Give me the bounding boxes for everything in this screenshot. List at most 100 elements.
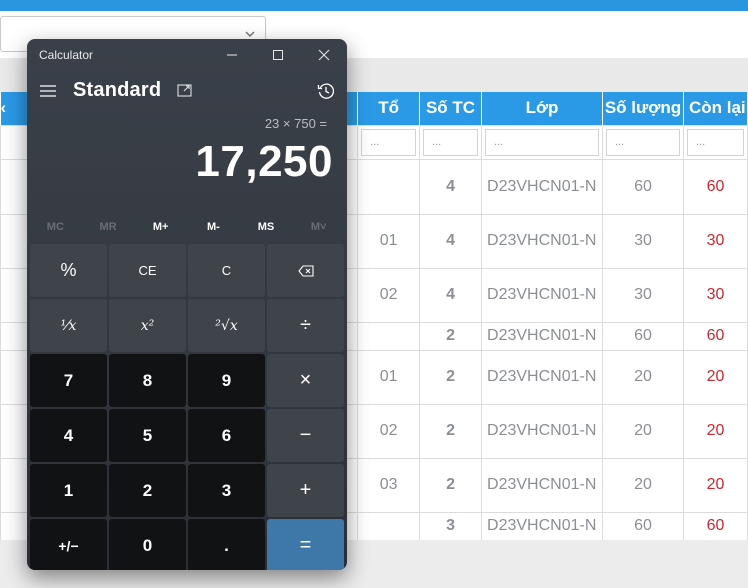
calculator-titlebar[interactable]: Calculator [27,39,347,71]
filter-input-sotc[interactable]: ... [423,128,479,156]
digit-3-button[interactable]: 3 [188,464,265,517]
digit-2-button[interactable]: 2 [109,464,186,517]
to-cell: 01 [357,213,421,269]
keep-on-top-icon[interactable] [177,82,193,98]
column-header-soluong[interactable]: Số lượng [602,92,684,125]
to-cell [357,321,421,351]
conlai-cell: 20 [682,349,748,405]
decimal-button[interactable]: . [188,519,265,570]
maximize-button[interactable] [255,39,301,71]
conlai-cell: 20 [682,403,748,459]
digit-9-button[interactable]: 9 [188,354,265,407]
close-button[interactable] [301,39,347,71]
reciprocal-button[interactable]: ¹⁄x [30,299,107,352]
maximize-icon [273,50,283,60]
conlai-cell: 60 [682,321,748,351]
expression-display: 23 × 750 = [264,116,327,131]
multiply-button[interactable]: × [267,354,344,407]
conlai-cell: 20 [682,457,748,513]
sotc-cell: 2 [419,457,483,513]
column-header-sotc[interactable]: Số TC [419,92,483,125]
filter-input-soluong[interactable]: ... [606,128,680,156]
calculator-window[interactable]: Calculator Standard 23 × 750 = 17,250 MC… [27,39,347,570]
reciprocal-label: ¹⁄x [60,317,77,334]
lop-cell: D23VHCN01-N [481,349,603,405]
top-nav-bar [0,0,748,11]
filter-cell: ... [682,124,748,160]
filter-input-lop[interactable]: ... [485,128,599,156]
conlai-cell: 60 [682,158,748,215]
minimize-icon [227,54,237,56]
to-cell: 02 [357,267,421,323]
square-root-button[interactable]: ²√x [188,299,265,352]
percent-button[interactable]: % [30,244,107,297]
backspace-icon [297,264,314,277]
lop-cell: D23VHCN01-N [481,213,603,269]
soluong-cell: 20 [602,349,684,405]
soluong-cell: 30 [602,267,684,323]
column-header-conlai[interactable]: Còn lại [683,92,748,125]
clear-entry-button[interactable]: CE [109,244,186,297]
backspace-button[interactable] [267,244,344,297]
digit-4-button[interactable]: 4 [30,409,107,462]
filter-cell: ... [357,124,421,160]
to-cell [357,158,421,215]
filter-cell: ... [481,124,603,160]
mode-bar: Standard [27,72,347,112]
filter-input-conlai[interactable]: ... [686,128,744,156]
clear-button[interactable]: C [188,244,265,297]
column-header-to[interactable]: Tổ [357,92,421,125]
lop-cell: D23VHCN01-N [481,511,603,541]
filter-input-to[interactable]: ... [361,128,417,156]
minus-button[interactable]: − [267,409,344,462]
soluong-cell: 60 [602,158,684,215]
lop-cell: D23VHCN01-N [481,403,603,459]
equals-button[interactable]: = [267,519,344,570]
memory-button-mr: MR [99,221,117,233]
lop-cell: D23VHCN01-N [481,267,603,323]
mode-title: Standard [73,79,162,101]
digit-6-button[interactable]: 6 [188,409,265,462]
soluong-cell: 30 [602,213,684,269]
column-header-lop[interactable]: Lớp [481,92,603,125]
filter-cell: ... [602,124,684,160]
minimize-button[interactable] [209,39,255,71]
divide-button[interactable]: ÷ [267,299,344,352]
digit-5-button[interactable]: 5 [109,409,186,462]
lop-cell: D23VHCN01-N [481,321,603,351]
history-icon[interactable] [317,82,335,100]
lop-cell: D23VHCN01-N [481,457,603,513]
sotc-cell: 3 [419,511,483,541]
digit-1-button[interactable]: 1 [30,464,107,517]
soluong-cell: 60 [602,321,684,351]
keypad: % CE C ¹⁄x x² ²√x ÷ 7 8 9 × 4 5 6 − 1 2 … [30,244,344,570]
sotc-cell: 2 [419,321,483,351]
to-cell: 02 [357,403,421,459]
digit-0-button[interactable]: 0 [109,519,186,570]
hamburger-icon [40,85,56,97]
conlai-cell: 30 [682,267,748,323]
square-button[interactable]: x² [109,299,186,352]
memory-button-m+[interactable]: M+ [134,217,187,237]
square-label: x² [140,317,155,334]
sotc-cell: 2 [419,349,483,405]
memory-button-m-[interactable]: M- [187,217,240,237]
soluong-cell: 60 [602,511,684,541]
sotc-cell: 4 [419,267,483,323]
soluong-cell: 20 [602,403,684,459]
conlai-cell: 60 [682,511,748,541]
negate-button[interactable]: +/− [30,519,107,570]
memory-button-m: M˅ [310,221,327,233]
digit-8-button[interactable]: 8 [109,354,186,407]
plus-button[interactable]: + [267,464,344,517]
sotc-cell: 4 [419,213,483,269]
digit-7-button[interactable]: 7 [30,354,107,407]
to-cell [357,511,421,541]
chevron-down-icon [245,31,255,38]
to-cell: 03 [357,457,421,513]
memory-button-ms[interactable]: MS [240,217,293,237]
navigation-menu-button[interactable] [37,78,59,104]
filter-cell: ... [419,124,483,160]
memory-button-mc: MC [46,221,64,233]
lop-cell: D23VHCN01-N [481,158,603,215]
